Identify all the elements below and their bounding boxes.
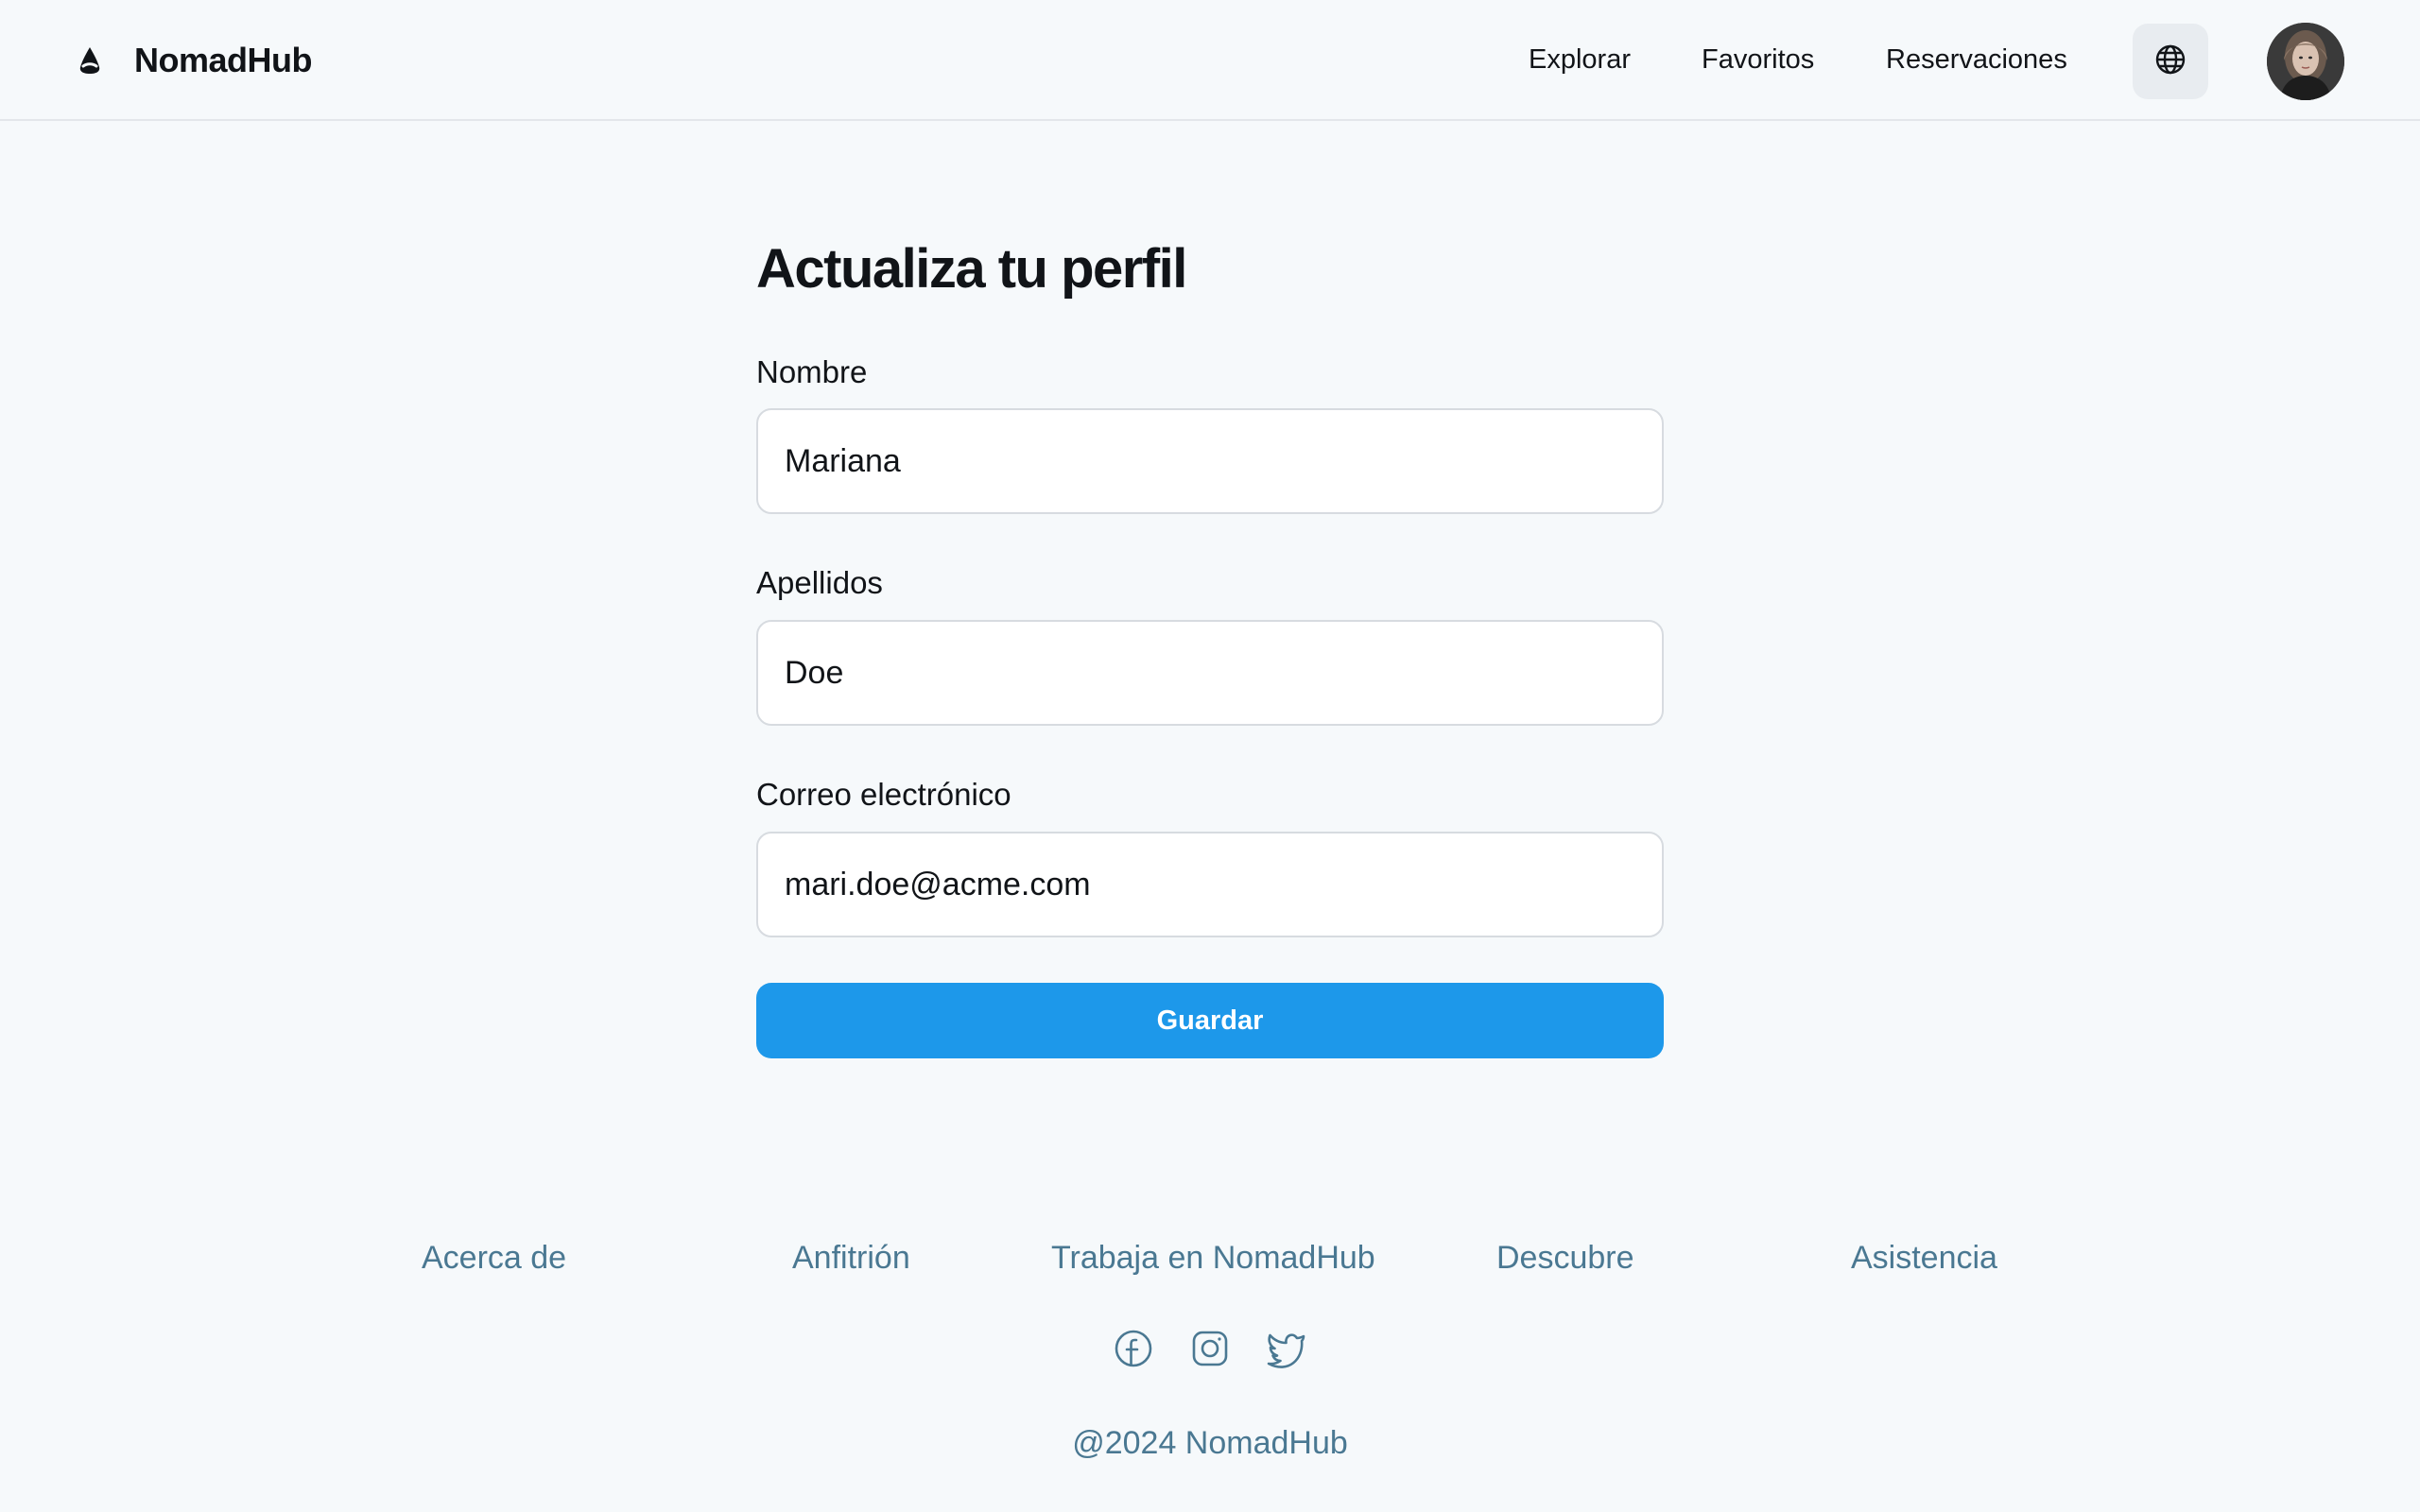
brand-logo-icon — [74, 44, 106, 77]
brand-logo-link[interactable]: NomadHub — [74, 36, 313, 85]
footer-link-asistencia[interactable]: Asistencia — [1851, 1240, 1997, 1277]
twitter-link[interactable] — [1265, 1329, 1308, 1372]
facebook-link[interactable] — [1112, 1329, 1155, 1372]
globe-icon — [2154, 43, 2187, 80]
last-name-label: Apellidos — [756, 565, 883, 600]
email-label: Correo electrónico — [756, 777, 1011, 812]
brand-name: NomadHub — [134, 41, 313, 79]
page-title: Actualiza tu perfil — [756, 238, 1187, 300]
footer-link-anfitrion[interactable]: Anfitrión — [792, 1240, 910, 1277]
first-name-label: Nombre — [756, 354, 868, 389]
footer-link-acerca-de[interactable]: Acerca de — [422, 1240, 566, 1277]
footer-link-trabaja[interactable]: Trabaja en NomadHub — [1051, 1240, 1375, 1277]
facebook-icon — [1114, 1329, 1153, 1373]
user-avatar[interactable] — [2267, 23, 2344, 100]
instagram-icon — [1190, 1329, 1230, 1373]
language-button[interactable] — [2133, 24, 2208, 99]
instagram-link[interactable] — [1188, 1329, 1232, 1372]
first-name-input[interactable] — [756, 408, 1664, 514]
last-name-input[interactable] — [756, 620, 1664, 726]
copyright-text: @2024 NomadHub — [1072, 1425, 1348, 1461]
email-input[interactable] — [756, 832, 1664, 937]
nav-link-reservaciones[interactable]: Reservaciones — [1886, 44, 2067, 76]
twitter-icon — [1266, 1329, 1307, 1373]
top-navigation-bar: NomadHub Explorar Favoritos Reservacione… — [0, 0, 2420, 121]
nav-link-explorar[interactable]: Explorar — [1529, 44, 1631, 76]
footer-link-descubre[interactable]: Descubre — [1496, 1240, 1634, 1277]
nav-link-favoritos[interactable]: Favoritos — [1702, 44, 1814, 76]
save-button[interactable]: Guardar — [756, 983, 1664, 1058]
